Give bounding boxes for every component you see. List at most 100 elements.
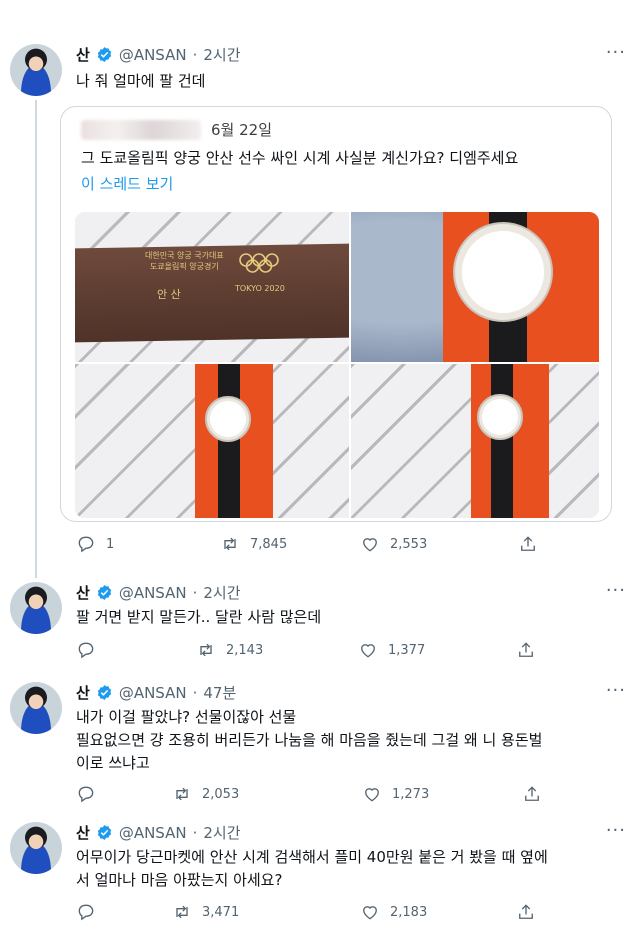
box-engraving: 대한민국 양궁 국가대표 도쿄올림픽 양궁경기 <box>145 250 224 272</box>
tweet[interactable]: 산 @ANSAN · 2시간 ··· 팔 거면 받지 말든가.. 달란 사람 많… <box>0 570 640 670</box>
more-options-icon[interactable]: ··· <box>606 820 626 841</box>
tweet-text-line: 어무이가 당근마켓에 안산 시계 검색해서 플미 40만원 붙은 거 봤을 때 … <box>76 848 548 866</box>
photo-watch-box-1[interactable] <box>75 364 349 518</box>
box-tokyo-text: TOKYO 2020 <box>235 284 285 293</box>
retweet-count: 2,143 <box>226 642 264 658</box>
display-name[interactable]: 산 <box>76 682 90 703</box>
tweet-text-line: 필요없으면 걍 조용히 버리든가 나눔을 해 마음을 줬는데 그걸 왜 니 용돈… <box>76 731 543 749</box>
like-button[interactable]: 2,553 <box>360 534 427 554</box>
box-engraving-line: 대한민국 양궁 국가대표 <box>145 251 224 260</box>
reply-button[interactable] <box>76 902 96 922</box>
share-icon <box>519 904 533 919</box>
avatar[interactable] <box>10 582 62 634</box>
tweet-header: 산 @ANSAN · 2시간 <box>76 582 241 603</box>
reply-icon <box>78 642 94 659</box>
quoted-tweet-header: 6월 22일 <box>81 119 272 140</box>
photo-watch-box-2[interactable] <box>351 364 599 518</box>
display-name[interactable]: 산 <box>76 582 90 603</box>
quoted-tweet-text: 그 도쿄올림픽 양궁 안산 선수 싸인 시계 사실분 계신가요? 디엠주세요 <box>81 149 519 167</box>
more-options-icon[interactable]: ··· <box>606 680 626 701</box>
like-count: 1,377 <box>388 642 426 658</box>
tweet-text-line: 내가 이걸 팔았냐? 선물이잖아 선물 <box>76 708 297 726</box>
tweet-actions: 2,053 1,273 <box>76 784 546 808</box>
reply-icon <box>78 904 94 921</box>
media-grid[interactable]: 대한민국 양궁 국가대표 도쿄올림픽 양궁경기 안 산 TOKYO 2020 <box>75 212 599 518</box>
share-button[interactable] <box>522 784 542 804</box>
share-icon <box>521 536 535 551</box>
tweet[interactable]: 산 @ANSAN · 2시간 ··· 어무이가 당근마켓에 안산 시계 검색해서… <box>0 810 640 938</box>
heart-icon <box>363 538 377 552</box>
heart-icon <box>363 906 377 920</box>
share-button[interactable] <box>516 640 536 660</box>
retweet-icon <box>176 787 188 801</box>
tweet[interactable]: 산 @ANSAN · 2시간 ··· 나 줘 얼마에 팔 건데 6월 22일 그… <box>0 0 640 570</box>
share-button[interactable] <box>518 534 538 554</box>
more-options-icon[interactable]: ··· <box>606 42 626 63</box>
timestamp[interactable]: 2시간 <box>203 582 240 603</box>
retweet-icon <box>224 537 236 551</box>
like-button[interactable]: 2,183 <box>360 902 427 922</box>
like-button[interactable]: 1,377 <box>358 640 425 660</box>
verified-badge-icon <box>97 47 111 62</box>
timestamp[interactable]: 2시간 <box>203 44 240 65</box>
like-count: 2,553 <box>390 536 428 552</box>
avatar[interactable] <box>10 822 62 874</box>
timestamp[interactable]: 47분 <box>203 682 236 703</box>
verified-badge-icon <box>97 585 111 600</box>
blurred-author-name <box>81 119 201 140</box>
photo-box-lid[interactable]: 대한민국 양궁 국가대표 도쿄올림픽 양궁경기 안 산 TOKYO 2020 <box>75 212 349 362</box>
retweet-count: 3,471 <box>202 904 240 920</box>
tweet-text-line: 서 얼마나 마음 아팠는지 아세요? <box>76 871 283 889</box>
reply-button[interactable] <box>76 784 96 804</box>
heart-icon <box>361 644 375 658</box>
display-name[interactable]: 산 <box>76 44 90 65</box>
reply-button[interactable] <box>76 640 96 660</box>
tweet-text-line: 이로 쓰냐고 <box>76 754 150 772</box>
quoted-tweet-date[interactable]: 6월 22일 <box>211 119 272 140</box>
box-engraving-line: 도쿄올림픽 양궁경기 <box>149 262 219 271</box>
tweet-text: 팔 거면 받지 말든가.. 달란 사람 많은데 <box>76 606 321 629</box>
like-button[interactable]: 1,273 <box>362 784 429 804</box>
share-icon <box>525 786 539 801</box>
timestamp[interactable]: 2시간 <box>203 822 240 843</box>
user-handle[interactable]: @ANSAN <box>119 584 187 602</box>
avatar[interactable] <box>10 44 62 96</box>
user-handle[interactable]: @ANSAN <box>119 824 187 842</box>
display-name[interactable]: 산 <box>76 822 90 843</box>
more-options-icon[interactable]: ··· <box>606 580 626 601</box>
watch-face <box>453 222 553 322</box>
photo-watch-closeup[interactable] <box>351 212 599 362</box>
share-button[interactable] <box>516 902 536 922</box>
olympic-rings-icon <box>239 253 279 273</box>
reply-count: 1 <box>106 536 115 552</box>
separator-dot: · <box>192 823 198 842</box>
tweet[interactable]: 산 @ANSAN · 47분 ··· 내가 이걸 팔았냐? 선물이잖아 선물 필… <box>0 670 640 810</box>
avatar[interactable] <box>10 682 62 734</box>
retweet-button[interactable]: 7,845 <box>220 534 287 554</box>
user-handle[interactable]: @ANSAN <box>119 684 187 702</box>
tweet-text: 내가 이걸 팔았냐? 선물이잖아 선물 필요없으면 걍 조용히 버리든가 나눔을… <box>76 706 542 775</box>
reply-icon <box>78 786 94 803</box>
show-thread-link[interactable]: 이 스레드 보기 <box>81 173 173 194</box>
reply-icon <box>78 536 94 553</box>
quoted-tweet[interactable]: 6월 22일 그 도쿄올림픽 양궁 안산 선수 싸인 시계 사실분 계신가요? … <box>60 106 612 522</box>
watch-strap <box>491 364 513 518</box>
verified-badge-icon <box>97 685 111 700</box>
heart-icon <box>365 788 379 802</box>
tweet-actions: 1 7,845 2,553 <box>76 534 546 558</box>
reply-button[interactable]: 1 <box>76 534 114 554</box>
user-handle[interactable]: @ANSAN <box>119 46 187 64</box>
retweet-button[interactable]: 2,053 <box>172 784 239 804</box>
like-count: 2,183 <box>390 904 428 920</box>
separator-dot: · <box>192 583 198 602</box>
retweet-count: 2,053 <box>202 786 240 802</box>
separator-dot: · <box>192 683 198 702</box>
tweet-header: 산 @ANSAN · 47분 <box>76 682 236 703</box>
retweet-button[interactable]: 3,471 <box>172 902 239 922</box>
tweet-text-line: 팔 거면 받지 말든가.. 달란 사람 많은데 <box>76 608 322 626</box>
like-count: 1,273 <box>392 786 430 802</box>
tweet-text: 어무이가 당근마켓에 안산 시계 검색해서 플미 40만원 붙은 거 봤을 때 … <box>76 846 548 892</box>
retweet-button[interactable]: 2,143 <box>196 640 263 660</box>
retweet-icon <box>200 643 212 657</box>
tweet-actions: 2,143 1,377 <box>76 640 546 664</box>
